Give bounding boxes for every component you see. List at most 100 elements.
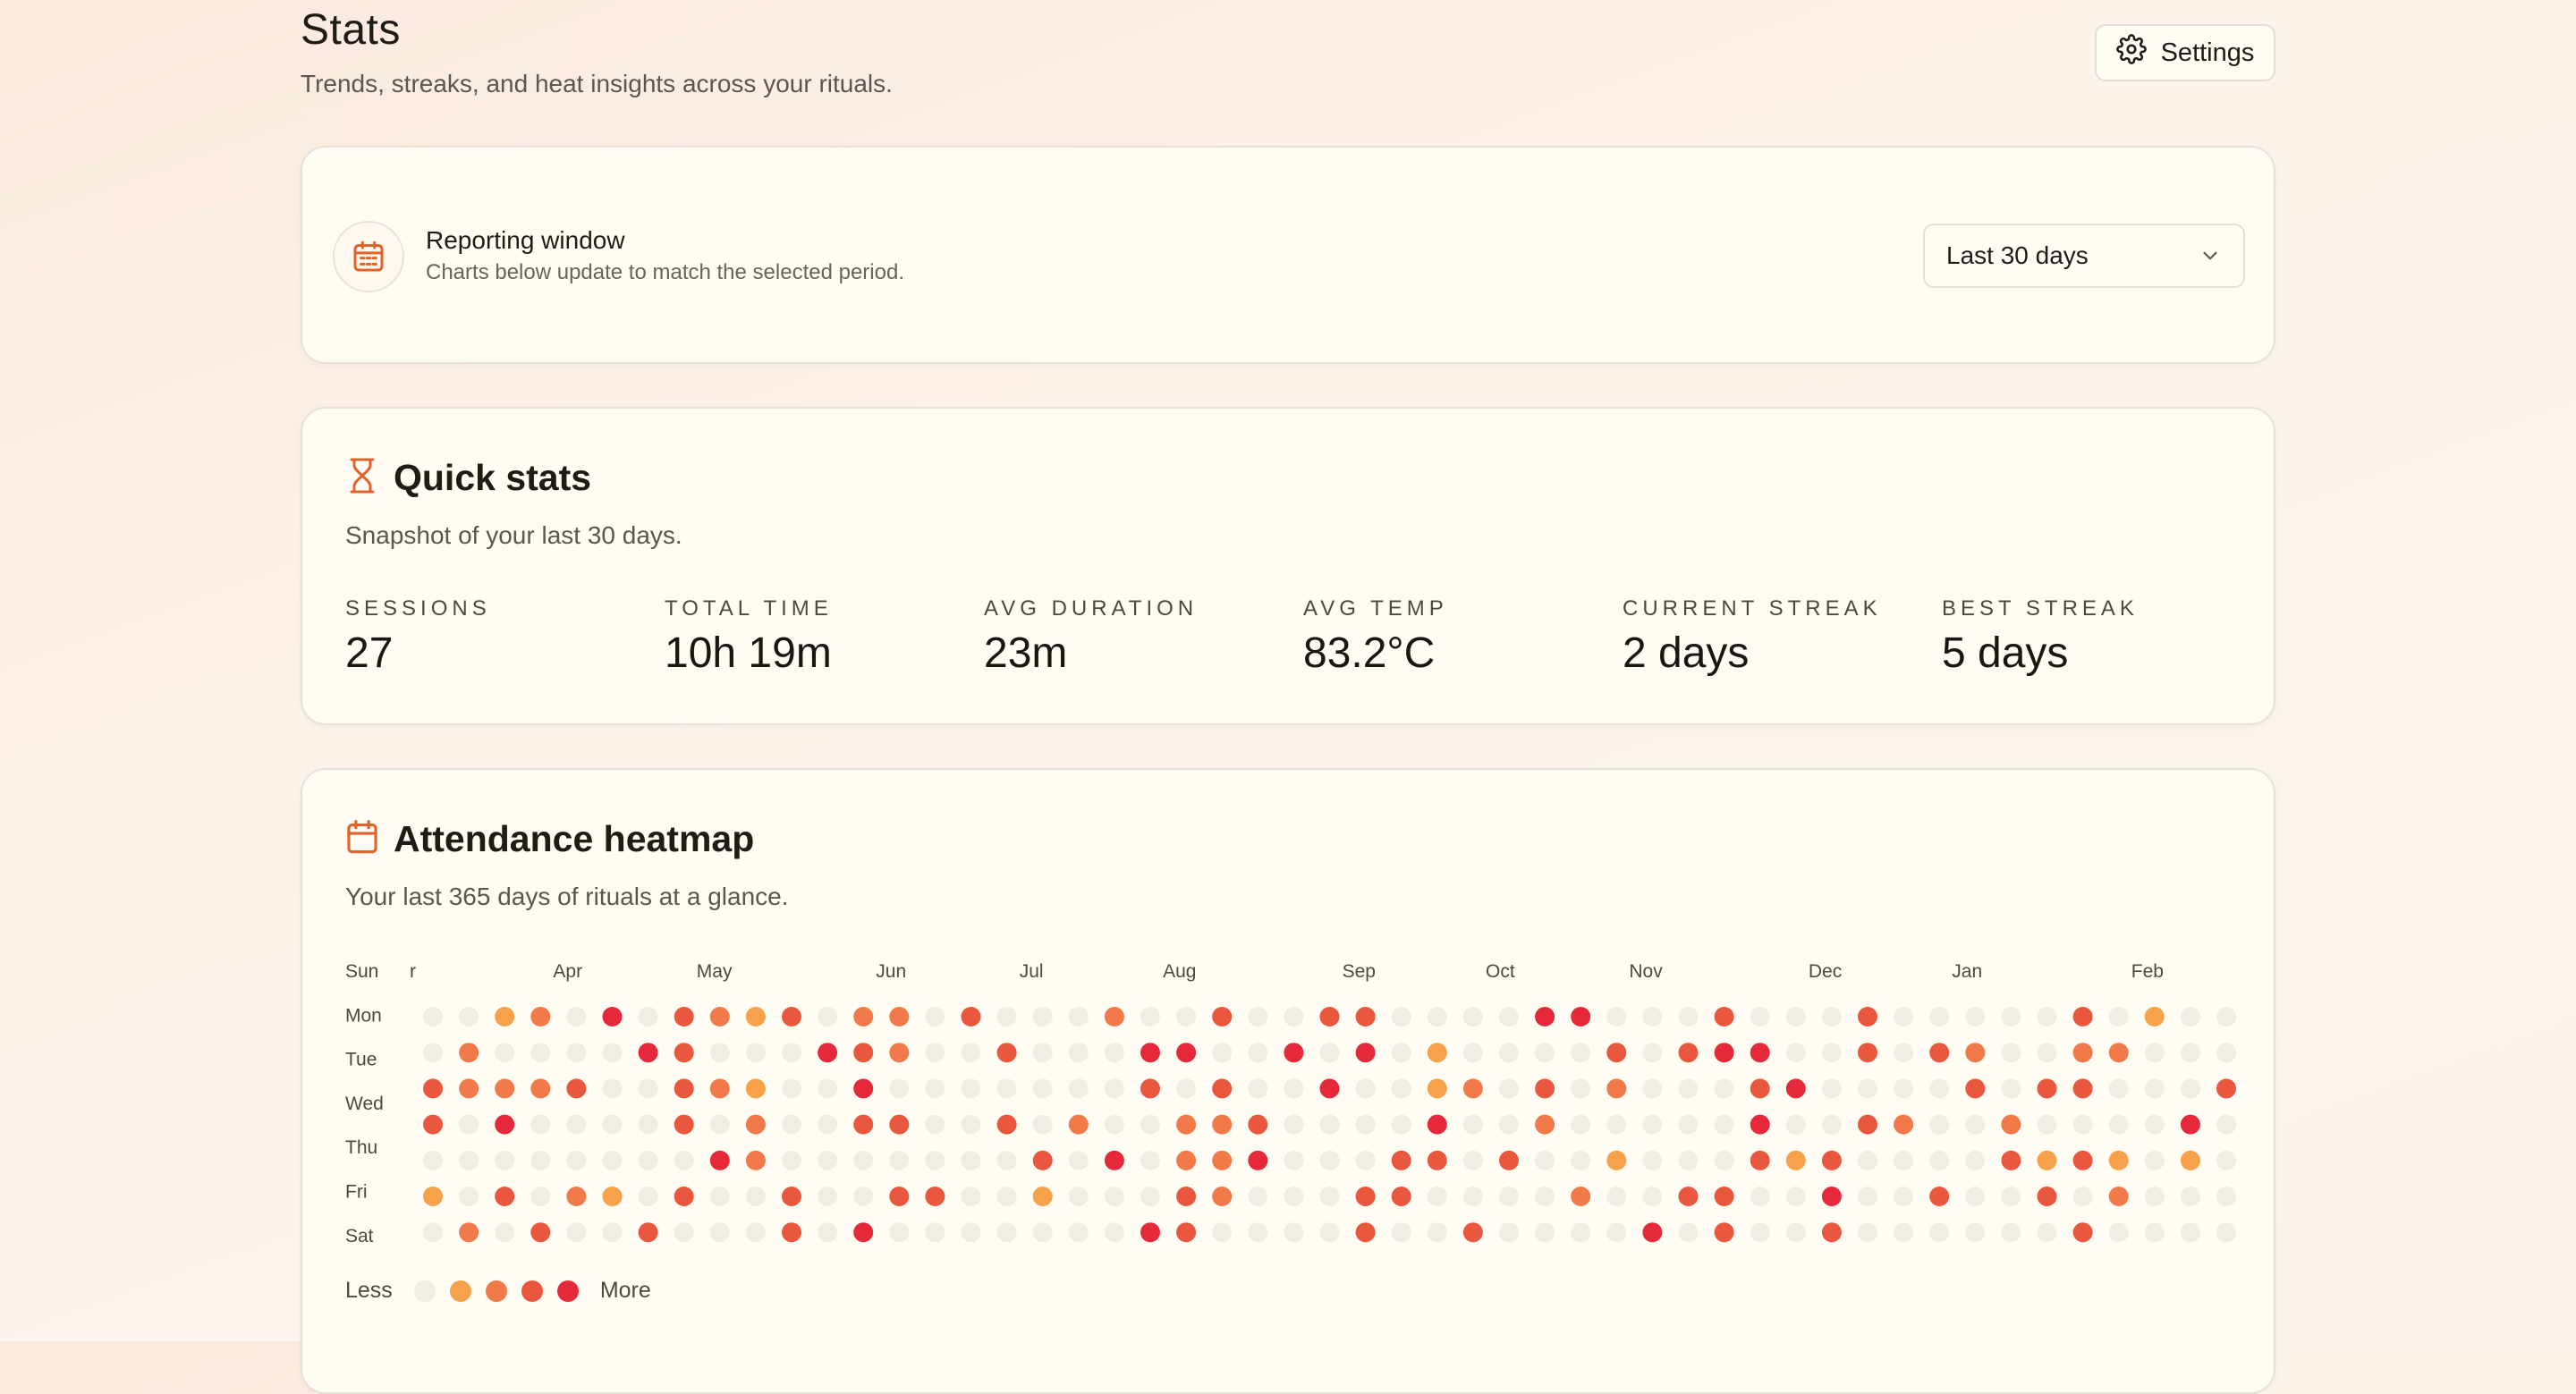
heatmap-cell[interactable] (530, 1222, 551, 1243)
heatmap-cell[interactable] (638, 1114, 658, 1135)
heatmap-cell[interactable] (1032, 1150, 1053, 1170)
heatmap-cell[interactable] (1104, 1187, 1124, 1206)
heatmap-cell[interactable] (1965, 1007, 1986, 1026)
heatmap-cell[interactable] (1284, 1187, 1304, 1206)
heatmap-cell[interactable] (674, 1114, 694, 1135)
heatmap-cell[interactable] (1678, 1187, 1699, 1206)
heatmap-cell[interactable] (745, 1007, 766, 1026)
heatmap-cell[interactable] (1068, 1222, 1089, 1243)
heatmap-cell[interactable] (1427, 1078, 1447, 1099)
heatmap-cell[interactable] (2037, 1043, 2057, 1063)
heatmap-cell[interactable] (1104, 1150, 1124, 1170)
heatmap-cell[interactable] (996, 1150, 1017, 1170)
heatmap-cell[interactable] (459, 1187, 479, 1206)
heatmap-cell[interactable] (1678, 1078, 1699, 1099)
heatmap-cell[interactable] (2144, 1187, 2165, 1206)
heatmap-cell[interactable] (1606, 1078, 1627, 1099)
heatmap-cell[interactable] (1212, 1150, 1233, 1170)
heatmap-cell[interactable] (782, 1007, 801, 1026)
heatmap-cell[interactable] (853, 1150, 874, 1170)
heatmap-cell[interactable] (1929, 1078, 1950, 1099)
heatmap-cell[interactable] (1427, 1187, 1447, 1206)
heatmap-cell[interactable] (1032, 1007, 1053, 1026)
heatmap-cell[interactable] (1212, 1043, 1233, 1063)
heatmap-cell[interactable] (2180, 1007, 2200, 1026)
heatmap-cell[interactable] (1965, 1150, 1986, 1170)
heatmap-cell[interactable] (996, 1043, 1017, 1063)
heatmap-cell[interactable] (1785, 1187, 1806, 1206)
heatmap-cell[interactable] (638, 1007, 658, 1026)
heatmap-cell[interactable] (1140, 1187, 1160, 1206)
heatmap-cell[interactable] (818, 1114, 838, 1135)
heatmap-cell[interactable] (782, 1114, 801, 1135)
heatmap-cell[interactable] (1929, 1007, 1950, 1026)
heatmap-cell[interactable] (1248, 1043, 1268, 1063)
heatmap-cell[interactable] (782, 1187, 801, 1206)
heatmap-cell[interactable] (1212, 1222, 1233, 1243)
heatmap-cell[interactable] (1606, 1043, 1627, 1063)
heatmap-cell[interactable] (1894, 1150, 1914, 1170)
heatmap-cell[interactable] (459, 1150, 479, 1170)
heatmap-cell[interactable] (566, 1078, 587, 1099)
heatmap-cell[interactable] (495, 1043, 515, 1063)
heatmap-cell[interactable] (1642, 1007, 1663, 1026)
heatmap-cell[interactable] (2180, 1187, 2200, 1206)
heatmap-cell[interactable] (1068, 1114, 1089, 1135)
heatmap-cell[interactable] (1750, 1007, 1770, 1026)
heatmap-cell[interactable] (1678, 1222, 1699, 1243)
heatmap-cell[interactable] (709, 1187, 730, 1206)
heatmap-cell[interactable] (996, 1114, 1017, 1135)
heatmap-cell[interactable] (2216, 1187, 2236, 1206)
heatmap-cell[interactable] (1391, 1150, 1411, 1170)
heatmap-cell[interactable] (2180, 1078, 2200, 1099)
heatmap-cell[interactable] (2108, 1007, 2129, 1026)
heatmap-cell[interactable] (1785, 1150, 1806, 1170)
heatmap-cell[interactable] (925, 1222, 945, 1243)
heatmap-cell[interactable] (1355, 1150, 1376, 1170)
heatmap-cell[interactable] (1929, 1222, 1950, 1243)
heatmap-cell[interactable] (1104, 1114, 1124, 1135)
heatmap-cell[interactable] (1284, 1222, 1304, 1243)
heatmap-cell[interactable] (818, 1150, 838, 1170)
heatmap-cell[interactable] (1427, 1222, 1447, 1243)
heatmap-cell[interactable] (961, 1007, 981, 1026)
heatmap-cell[interactable] (782, 1078, 801, 1099)
heatmap-cell[interactable] (1284, 1007, 1304, 1026)
heatmap-cell[interactable] (2072, 1187, 2093, 1206)
heatmap-cell[interactable] (2216, 1043, 2236, 1063)
heatmap-cell[interactable] (1535, 1007, 1555, 1026)
heatmap-cell[interactable] (2108, 1114, 2129, 1135)
heatmap-cell[interactable] (638, 1043, 658, 1063)
heatmap-cell[interactable] (1750, 1187, 1770, 1206)
heatmap-cell[interactable] (1750, 1222, 1770, 1243)
heatmap-cell[interactable] (1068, 1187, 1089, 1206)
heatmap-cell[interactable] (709, 1114, 730, 1135)
heatmap-cell[interactable] (2072, 1222, 2093, 1243)
heatmap-cell[interactable] (1606, 1187, 1627, 1206)
heatmap-cell[interactable] (1535, 1114, 1555, 1135)
heatmap-cell[interactable] (745, 1043, 766, 1063)
heatmap-cell[interactable] (495, 1187, 515, 1206)
heatmap-cell[interactable] (1965, 1043, 1986, 1063)
heatmap-cell[interactable] (2108, 1078, 2129, 1099)
heatmap-cell[interactable] (853, 1222, 874, 1243)
heatmap-cell[interactable] (818, 1222, 838, 1243)
heatmap-cell[interactable] (2001, 1150, 2021, 1170)
heatmap-cell[interactable] (459, 1078, 479, 1099)
heatmap-cell[interactable] (2037, 1007, 2057, 1026)
heatmap-cell[interactable] (925, 1007, 945, 1026)
heatmap-cell[interactable] (818, 1187, 838, 1206)
heatmap-cell[interactable] (1714, 1043, 1734, 1063)
heatmap-cell[interactable] (1785, 1114, 1806, 1135)
heatmap-cell[interactable] (1642, 1114, 1663, 1135)
heatmap-cell[interactable] (1032, 1187, 1053, 1206)
heatmap-cell[interactable] (2108, 1222, 2129, 1243)
heatmap-cell[interactable] (1571, 1114, 1591, 1135)
heatmap-cell[interactable] (1821, 1043, 1842, 1063)
heatmap-cell[interactable] (1858, 1114, 1877, 1135)
heatmap-cell[interactable] (2180, 1222, 2200, 1243)
heatmap-cell[interactable] (1499, 1043, 1519, 1063)
heatmap-cell[interactable] (1319, 1187, 1340, 1206)
reporting-period-select[interactable]: Last 30 days (1923, 224, 2245, 288)
heatmap-cell[interactable] (2144, 1078, 2165, 1099)
